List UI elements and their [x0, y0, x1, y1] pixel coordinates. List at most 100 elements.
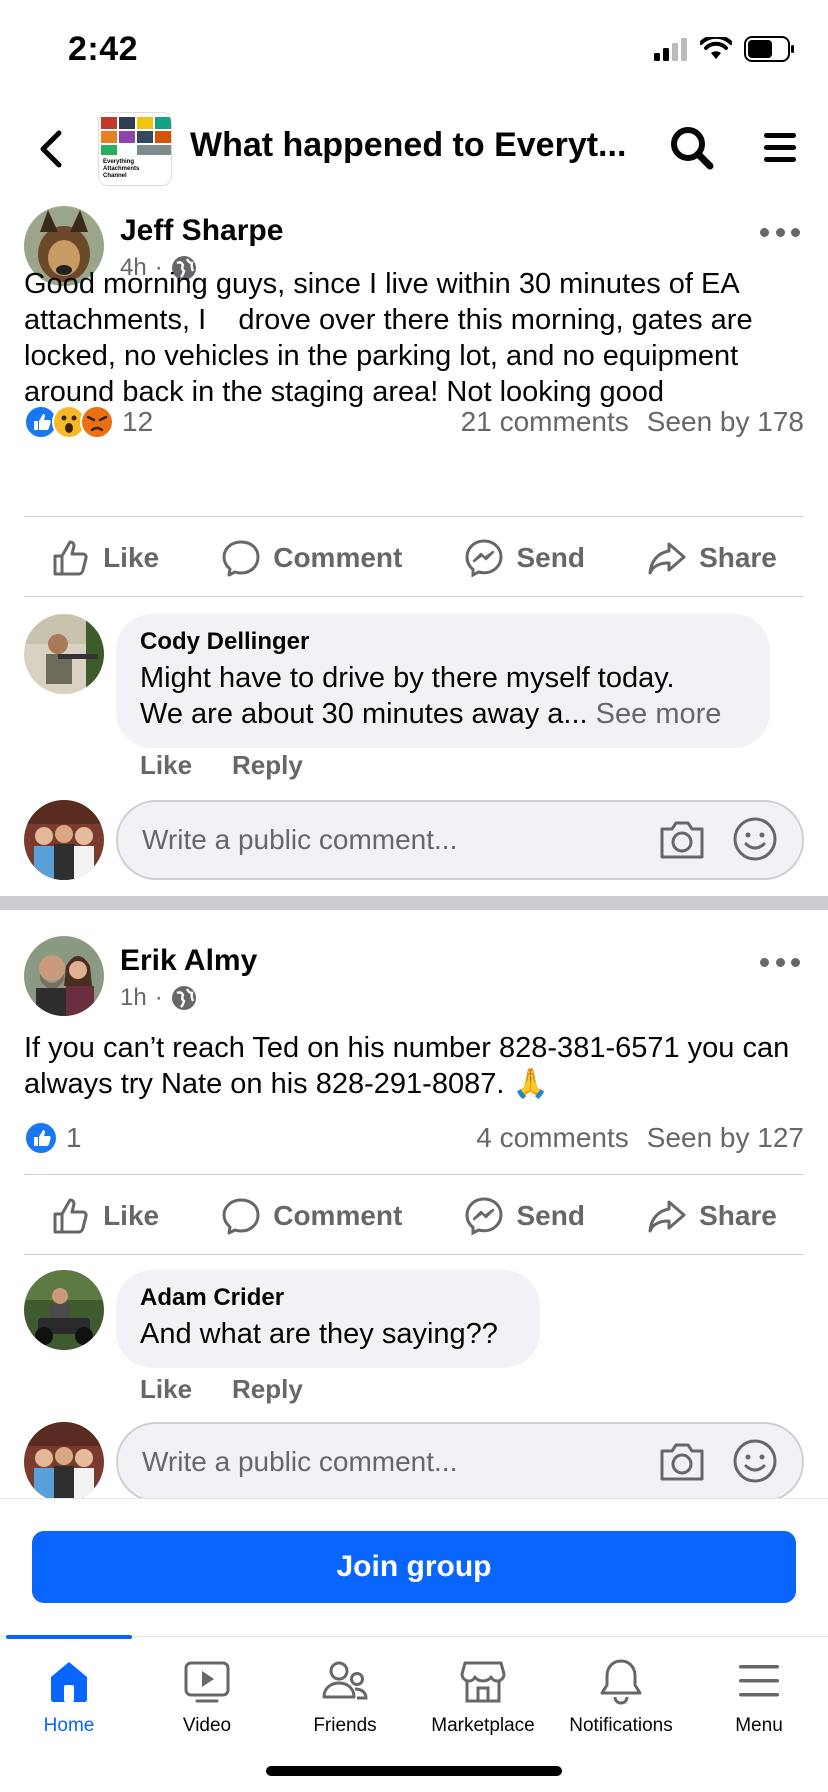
reaction-icons[interactable]	[24, 1121, 58, 1155]
my-avatar[interactable]	[24, 800, 104, 880]
dot	[791, 957, 800, 967]
tab-label: Notifications	[569, 1715, 673, 1736]
avatar-image	[24, 1422, 104, 1502]
send-label: Send	[516, 1200, 585, 1231]
share-button[interactable]: Share	[647, 538, 777, 578]
send-button[interactable]: Send	[464, 538, 585, 578]
comment-label: Comment	[273, 1200, 403, 1231]
author-name[interactable]: Erik Almy	[120, 944, 257, 978]
group-menu-button[interactable]	[760, 128, 800, 168]
comment-text: Might have to drive by there myself toda…	[140, 660, 746, 732]
svg-text:Everything: Everything	[103, 159, 134, 165]
comment-bubble[interactable]: Cody Dellinger Might have to drive by th…	[116, 614, 770, 748]
tab-marketplace[interactable]: Marketplace	[414, 1657, 552, 1737]
comment-like-button[interactable]: Like	[140, 750, 192, 781]
comment-author[interactable]: Adam Crider	[140, 1284, 516, 1312]
home-indicator	[266, 1766, 562, 1776]
tab-menu[interactable]: Menu	[690, 1657, 828, 1737]
post-time[interactable]: 1h	[120, 984, 147, 1012]
send-label: Send	[516, 542, 585, 573]
my-avatar[interactable]	[24, 1422, 104, 1502]
comments-count[interactable]: 21 comments	[461, 406, 629, 438]
emoji-icon[interactable]	[732, 816, 778, 862]
comment-button[interactable]: Comment	[221, 1196, 402, 1236]
like-reaction-icon	[24, 1121, 58, 1155]
post-actions: Like Comment Send Share	[0, 520, 828, 596]
comment-actions: Like Reply	[140, 750, 303, 781]
group-thumbnail[interactable]: Everything Attachments Channel	[98, 112, 172, 186]
post-meta: 1h ·	[120, 984, 197, 1012]
divider	[24, 1254, 804, 1255]
angry-reaction-icon	[80, 405, 114, 439]
search-button[interactable]	[668, 124, 716, 172]
dot	[775, 957, 785, 967]
comment-like-button[interactable]: Like	[140, 1374, 192, 1405]
share-icon	[648, 542, 686, 575]
divider	[24, 596, 804, 597]
cellular-signal-icon	[654, 38, 687, 61]
avatar-image	[24, 614, 104, 694]
tab-video[interactable]: Video	[138, 1657, 276, 1737]
group-title[interactable]: What happened to Everyt...	[190, 126, 630, 165]
tab-label: Video	[182, 1715, 232, 1736]
meta-separator: ·	[154, 984, 163, 1011]
tab-notifications[interactable]: Notifications	[552, 1657, 690, 1737]
camera-icon[interactable]	[658, 1439, 706, 1483]
comment-input-icons	[658, 1438, 778, 1484]
reaction-count[interactable]: 12	[122, 406, 153, 438]
tab-home[interactable]: Home	[0, 1657, 138, 1737]
send-button[interactable]: Send	[464, 1196, 585, 1236]
marketplace-icon	[460, 1661, 506, 1703]
globe-icon	[171, 986, 196, 1010]
status-time: 2:42	[68, 30, 139, 68]
emoji-icon[interactable]	[732, 1438, 778, 1484]
comment-text-truncated: We are about 30 minutes away a...	[140, 698, 588, 730]
like-button[interactable]: Like	[51, 1196, 159, 1236]
comment-button[interactable]: Comment	[221, 538, 402, 578]
post-text: Good morning guys, since I live within 3…	[24, 268, 761, 408]
back-button[interactable]	[30, 126, 70, 172]
tab-label: Home	[43, 1715, 95, 1736]
reaction-icons[interactable]	[24, 405, 114, 439]
join-group-button[interactable]: Join group	[32, 1531, 796, 1603]
camera-icon[interactable]	[658, 817, 706, 861]
commenter-avatar[interactable]	[24, 614, 104, 694]
status-bar: 2:42	[0, 0, 828, 100]
like-button[interactable]: Like	[51, 538, 159, 578]
seen-by[interactable]: Seen by 178	[647, 406, 804, 438]
reaction-count[interactable]: 1	[66, 1122, 82, 1154]
post-options-button[interactable]	[760, 952, 800, 972]
share-button[interactable]: Share	[647, 1196, 777, 1236]
avatar-image	[24, 936, 104, 1016]
comment-reply-button[interactable]: Reply	[232, 1374, 303, 1405]
commenter-avatar[interactable]	[24, 1270, 104, 1350]
comment-label: Comment	[273, 542, 403, 573]
comment-actions: Like Reply	[140, 1374, 303, 1405]
comment-bubble[interactable]: Adam Crider And what are they saying??	[116, 1270, 540, 1368]
comment-author[interactable]: Cody Dellinger	[140, 628, 746, 656]
comment-reply-button[interactable]: Reply	[232, 750, 303, 781]
like-label: Like	[103, 1200, 160, 1231]
see-more-link[interactable]: See more	[596, 698, 722, 730]
tab-friends[interactable]: Friends	[276, 1657, 414, 1737]
avatar-image	[24, 800, 104, 880]
share-label: Share	[699, 1200, 777, 1231]
seen-by[interactable]: Seen by 127	[647, 1122, 804, 1154]
post-options-button[interactable]	[760, 222, 800, 242]
author-name[interactable]: Jeff Sharpe	[120, 214, 283, 248]
active-tab-indicator	[6, 1635, 132, 1639]
post-actions: Like Comment Send Share	[0, 1178, 828, 1254]
comment-input-placeholder: Write a public comment...	[142, 1446, 458, 1477]
share-label: Share	[699, 542, 777, 573]
comment-input[interactable]: Write a public comment...	[116, 1422, 804, 1502]
comment-input-placeholder: Write a public comment...	[142, 824, 458, 855]
comment-input[interactable]: Write a public comment...	[116, 800, 804, 880]
post-separator	[0, 896, 828, 910]
home-icon	[51, 1662, 87, 1702]
author-avatar[interactable]	[24, 936, 104, 1016]
comments-count[interactable]: 4 comments	[476, 1122, 629, 1154]
tab-label: Menu	[735, 1715, 783, 1736]
dot	[760, 957, 769, 967]
divider	[24, 516, 804, 517]
wifi-icon	[700, 37, 732, 59]
